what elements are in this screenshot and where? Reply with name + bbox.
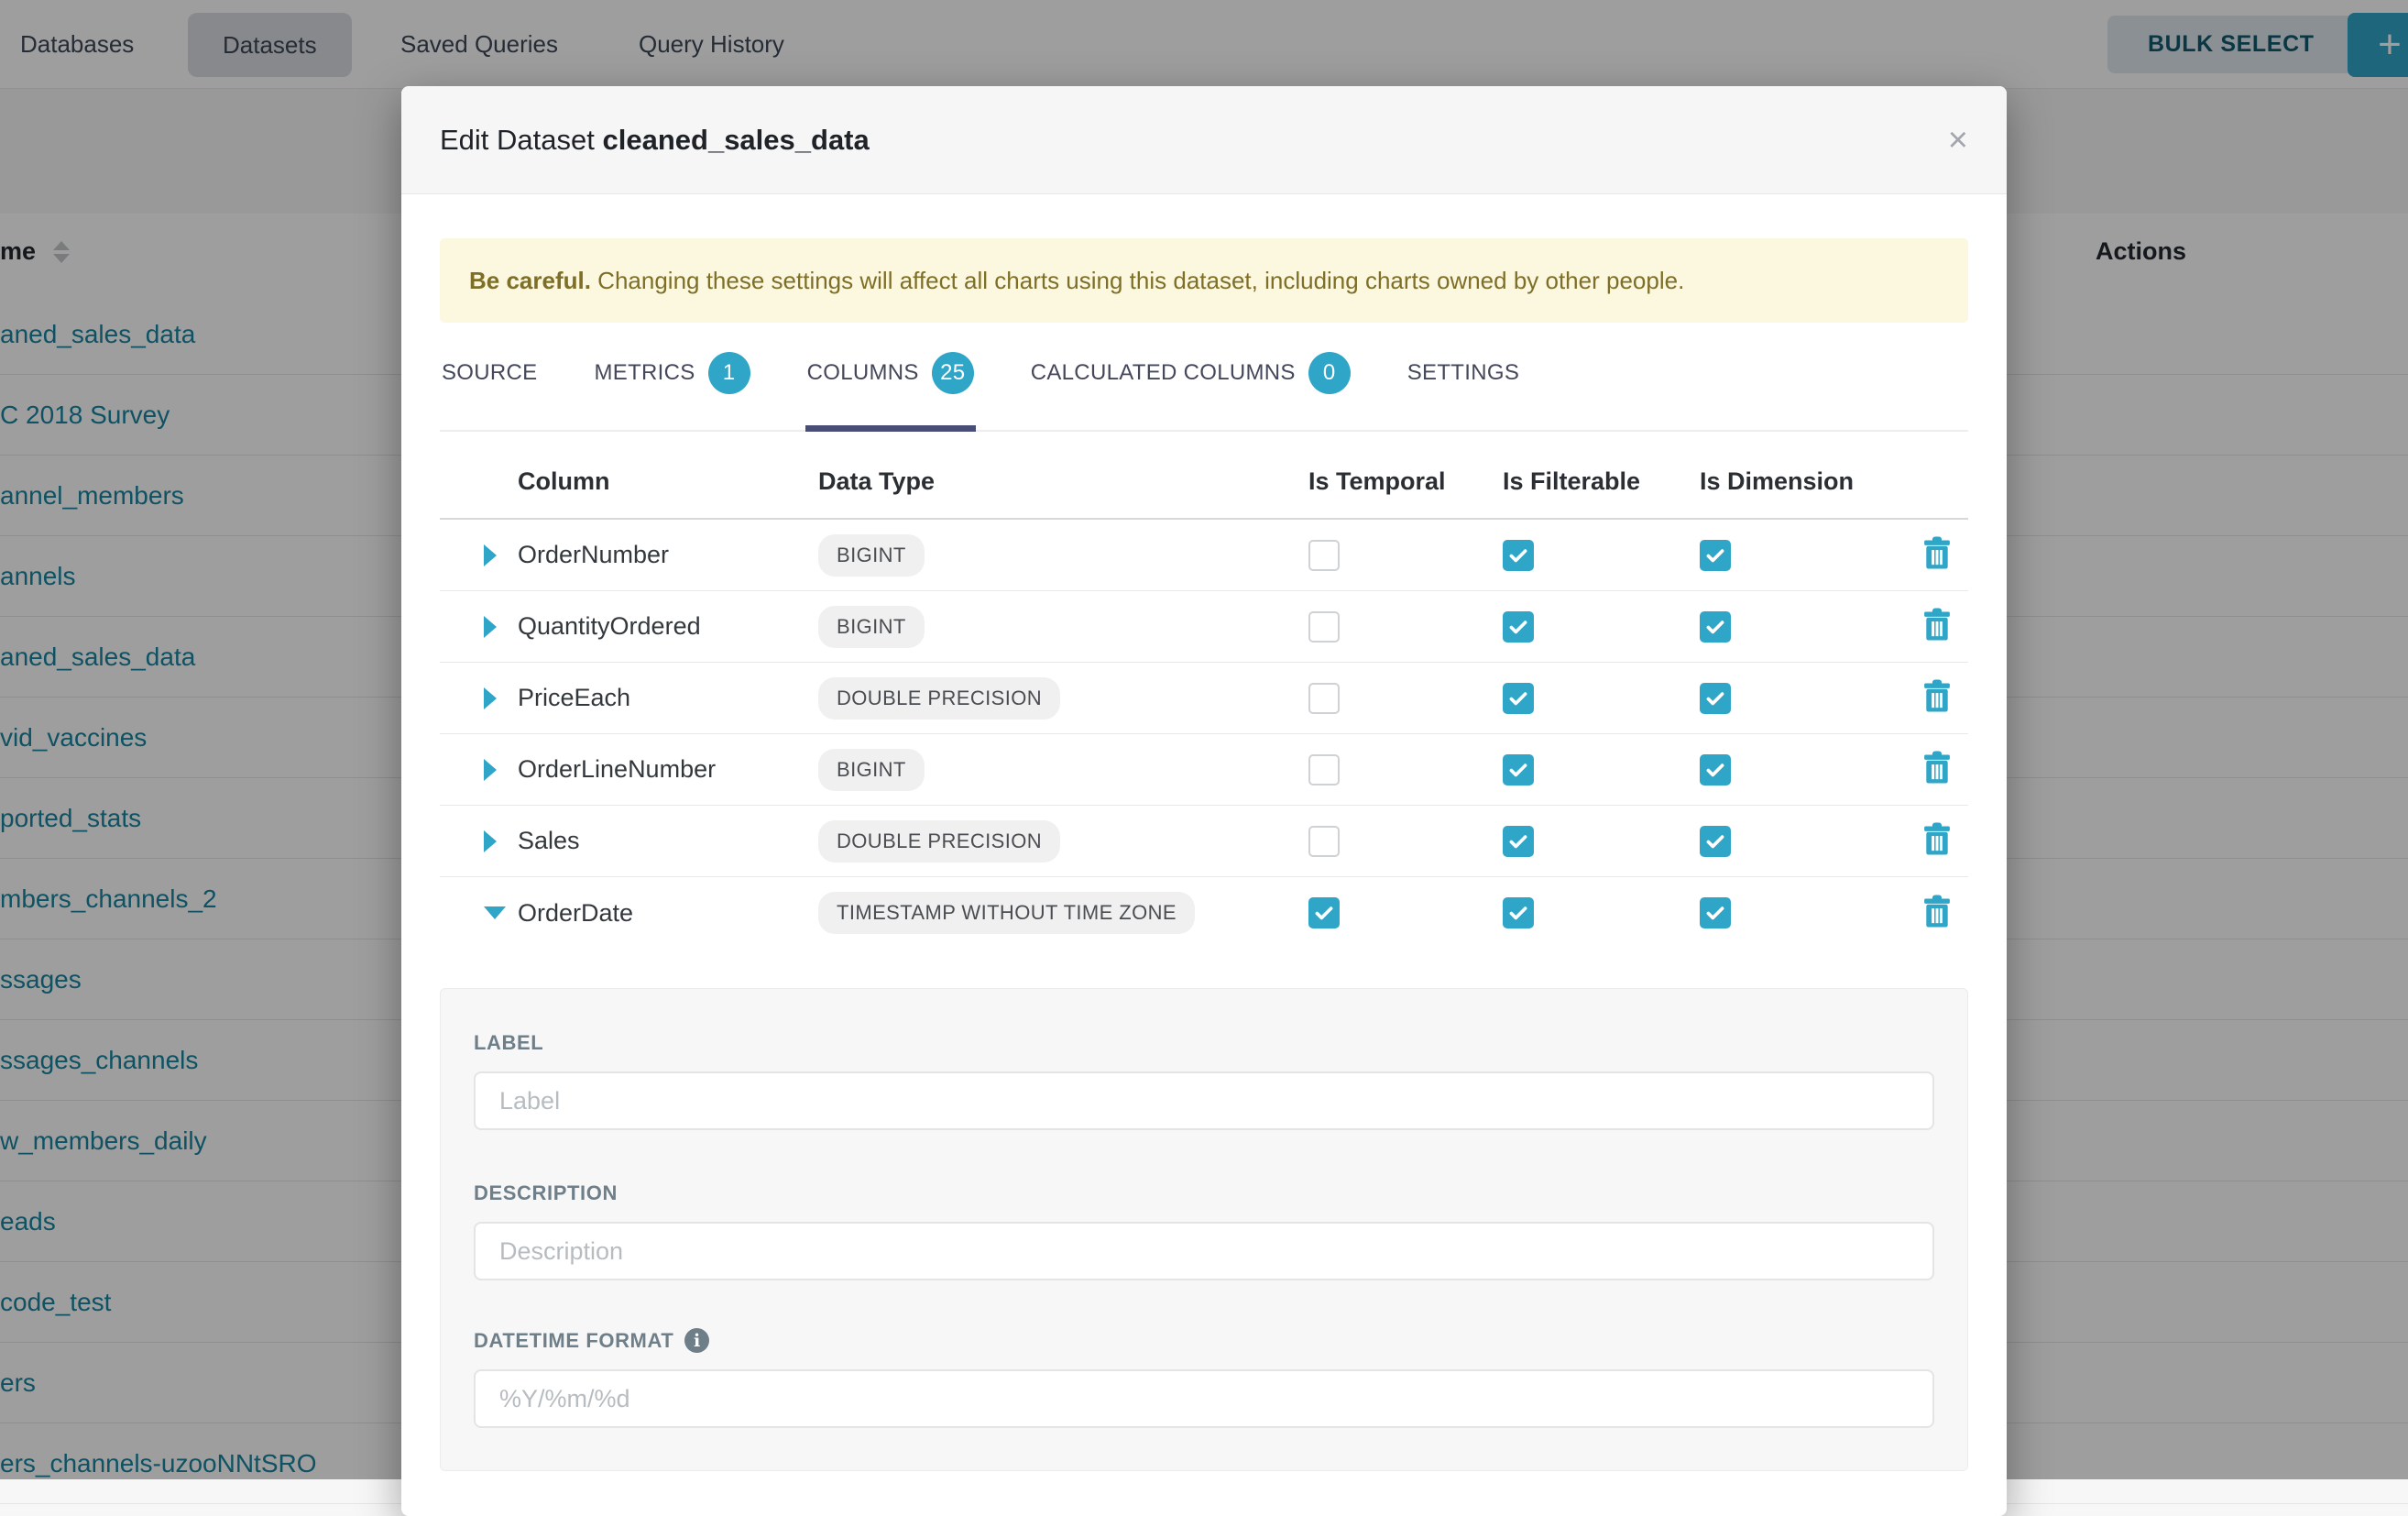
column-row-ordernumber: OrderNumberBIGINT bbox=[440, 520, 1968, 591]
is-temporal-checkbox[interactable] bbox=[1308, 754, 1340, 785]
column-name: OrderLineNumber bbox=[518, 755, 818, 784]
column-type-badge: TIMESTAMP WITHOUT TIME ZONE bbox=[818, 892, 1195, 934]
column-row-quantityordered: QuantityOrderedBIGINT bbox=[440, 591, 1968, 663]
expand-caret-icon[interactable] bbox=[484, 830, 497, 852]
delete-column-button[interactable] bbox=[1921, 607, 1954, 642]
delete-column-button[interactable] bbox=[1921, 750, 1954, 785]
columns-header-data-type: Data Type bbox=[818, 467, 1308, 496]
column-row-sales: SalesDOUBLE PRECISION bbox=[440, 806, 1968, 877]
is-temporal-checkbox[interactable] bbox=[1308, 897, 1340, 928]
tab-label: METRICS bbox=[594, 360, 695, 386]
warning-banner: Be careful. Changing these settings will… bbox=[440, 238, 1968, 323]
tab-count-badge: 1 bbox=[708, 352, 750, 394]
label-field-label: LABEL bbox=[474, 1031, 1934, 1055]
delete-column-button[interactable] bbox=[1921, 894, 1954, 928]
tab-label: SETTINGS bbox=[1407, 360, 1519, 386]
expand-caret-icon[interactable] bbox=[484, 544, 497, 566]
label-input[interactable] bbox=[474, 1071, 1934, 1130]
description-field-label: DESCRIPTION bbox=[474, 1181, 1934, 1205]
delete-column-button[interactable] bbox=[1921, 678, 1954, 713]
tab-label: CALCULATED COLUMNS bbox=[1031, 360, 1296, 386]
info-icon[interactable]: i bbox=[684, 1328, 709, 1353]
column-type-badge: DOUBLE PRECISION bbox=[818, 820, 1060, 862]
column-type-badge: DOUBLE PRECISION bbox=[818, 677, 1060, 720]
tab-label: COLUMNS bbox=[807, 360, 919, 386]
tab-metrics[interactable]: METRICS 1 bbox=[592, 346, 751, 432]
is-filterable-checkbox[interactable] bbox=[1503, 897, 1534, 928]
delete-column-button[interactable] bbox=[1921, 535, 1954, 570]
is-temporal-checkbox[interactable] bbox=[1308, 611, 1340, 643]
edit-dataset-modal: Edit Dataset cleaned_sales_data × Be car… bbox=[401, 86, 2007, 1516]
delete-column-button[interactable] bbox=[1921, 821, 1954, 856]
columns-header-is-dimension: Is Dimension bbox=[1700, 467, 1906, 496]
columns-header-column: Column bbox=[518, 467, 818, 496]
column-type-badge: BIGINT bbox=[818, 534, 925, 577]
modal-title: Edit Dataset cleaned_sales_data bbox=[440, 124, 870, 157]
column-expanded-editor: LABEL DESCRIPTION DATETIME FORMAT i bbox=[440, 988, 1968, 1471]
column-type-badge: BIGINT bbox=[818, 606, 925, 648]
is-dimension-checkbox[interactable] bbox=[1700, 540, 1731, 571]
is-dimension-checkbox[interactable] bbox=[1700, 897, 1731, 928]
column-name: PriceEach bbox=[518, 684, 818, 712]
tab-count-badge: 25 bbox=[932, 352, 974, 394]
datetime-format-input[interactable] bbox=[474, 1369, 1934, 1428]
modal-tabs: SOURCE METRICS 1 COLUMNS 25 CALCULATED COLUMN… bbox=[440, 346, 1968, 432]
column-row-orderdate: OrderDateTIMESTAMP WITHOUT TIME ZONE bbox=[440, 877, 1968, 949]
columns-table: OrderNumberBIGINTQuantityOrderedBIGINTPr… bbox=[440, 520, 1968, 949]
is-filterable-checkbox[interactable] bbox=[1503, 683, 1534, 714]
is-filterable-checkbox[interactable] bbox=[1503, 754, 1534, 785]
is-filterable-checkbox[interactable] bbox=[1503, 611, 1534, 643]
is-dimension-checkbox[interactable] bbox=[1700, 683, 1731, 714]
expand-caret-icon[interactable] bbox=[484, 759, 497, 781]
columns-table-header: ColumnData TypeIs TemporalIs FilterableI… bbox=[440, 432, 1968, 520]
is-dimension-checkbox[interactable] bbox=[1700, 754, 1731, 785]
is-filterable-checkbox[interactable] bbox=[1503, 826, 1534, 857]
modal-header: Edit Dataset cleaned_sales_data × bbox=[401, 86, 2007, 194]
columns-header-is-filterable: Is Filterable bbox=[1503, 467, 1700, 496]
is-filterable-checkbox[interactable] bbox=[1503, 540, 1534, 571]
tab-label: SOURCE bbox=[442, 360, 537, 386]
column-row-orderlinenumber: OrderLineNumberBIGINT bbox=[440, 734, 1968, 806]
is-dimension-checkbox[interactable] bbox=[1700, 611, 1731, 643]
tab-settings[interactable]: SETTINGS bbox=[1406, 346, 1521, 432]
dataset-name: cleaned_sales_data bbox=[603, 124, 870, 156]
column-name: QuantityOrdered bbox=[518, 612, 818, 641]
is-temporal-checkbox[interactable] bbox=[1308, 826, 1340, 857]
column-name: Sales bbox=[518, 827, 818, 855]
modal-body: Be careful. Changing these settings will… bbox=[401, 194, 2007, 1471]
tab-columns[interactable]: COLUMNS 25 bbox=[805, 346, 976, 432]
column-type-badge: BIGINT bbox=[818, 749, 925, 791]
is-dimension-checkbox[interactable] bbox=[1700, 826, 1731, 857]
datetime-format-field-label: DATETIME FORMAT i bbox=[474, 1328, 1934, 1353]
tab-calculated-columns[interactable]: CALCULATED COLUMNS 0 bbox=[1029, 346, 1352, 432]
is-temporal-checkbox[interactable] bbox=[1308, 540, 1340, 571]
expand-caret-icon[interactable] bbox=[484, 687, 497, 709]
column-name: OrderDate bbox=[518, 899, 818, 928]
columns-header-is-temporal: Is Temporal bbox=[1308, 467, 1503, 496]
tab-count-badge: 0 bbox=[1308, 352, 1351, 394]
description-input[interactable] bbox=[474, 1222, 1934, 1280]
expand-caret-icon[interactable] bbox=[484, 616, 497, 638]
column-name: OrderNumber bbox=[518, 541, 818, 569]
column-row-priceeach: PriceEachDOUBLE PRECISION bbox=[440, 663, 1968, 734]
is-temporal-checkbox[interactable] bbox=[1308, 683, 1340, 714]
collapse-caret-icon[interactable] bbox=[484, 906, 506, 919]
tab-source[interactable]: SOURCE bbox=[440, 346, 539, 432]
close-icon[interactable]: × bbox=[1948, 123, 1968, 158]
